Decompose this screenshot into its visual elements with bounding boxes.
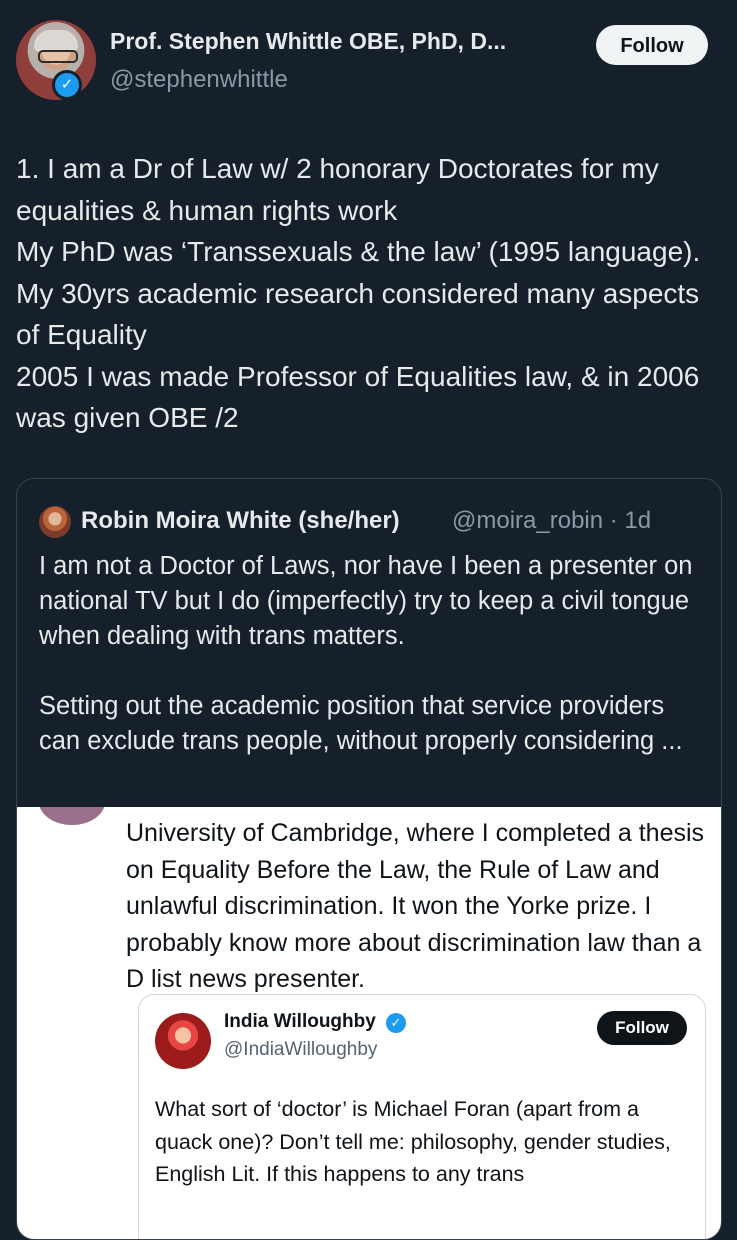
author-name[interactable]: Prof. Stephen Whittle OBE, PhD, D... bbox=[110, 28, 506, 55]
inner-author-avatar bbox=[155, 1013, 211, 1069]
avatar-glasses bbox=[38, 50, 78, 63]
quoted-author-name: Robin Moira White (she/her) bbox=[81, 507, 400, 534]
author-handle[interactable]: @stephenwhittle bbox=[110, 66, 288, 94]
inner-author-name: India Willoughby bbox=[224, 1011, 376, 1032]
quoted-tweet-text: I am not a Doctor of Laws, nor have I be… bbox=[39, 552, 693, 755]
avatar-hair bbox=[34, 30, 78, 52]
inner-tweet-text: What sort of ‘doctor’ is Michael Foran (… bbox=[155, 1097, 671, 1186]
inner-quoted-card: India Willoughby ✓ @IndiaWilloughby Foll… bbox=[138, 994, 706, 1239]
embedded-screenshot[interactable]: University of Cambridge, where I complet… bbox=[17, 807, 721, 1239]
tweet-body: 1. I am a Dr of Law w/ 2 honorary Doctor… bbox=[16, 153, 701, 433]
quoted-tweet[interactable]: Robin Moira White (she/her) @moira_robin… bbox=[16, 478, 722, 1240]
inner-verified-badge-icon: ✓ bbox=[386, 1013, 406, 1033]
quoted-author-avatar[interactable] bbox=[39, 506, 71, 538]
embedded-avatar bbox=[39, 807, 105, 825]
inner-follow-button: Follow bbox=[597, 1011, 687, 1045]
verified-badge-icon: ✓ bbox=[52, 70, 82, 100]
follow-button[interactable]: Follow bbox=[596, 25, 708, 65]
inner-author-handle: @IndiaWilloughby bbox=[224, 1039, 378, 1060]
tweet-header: ✓ Prof. Stephen Whittle OBE, PhD, D... @… bbox=[0, 0, 737, 120]
quoted-author-handle: @moira_robin · 1d bbox=[452, 507, 652, 534]
embedded-text: University of Cambridge, where I complet… bbox=[126, 819, 705, 993]
